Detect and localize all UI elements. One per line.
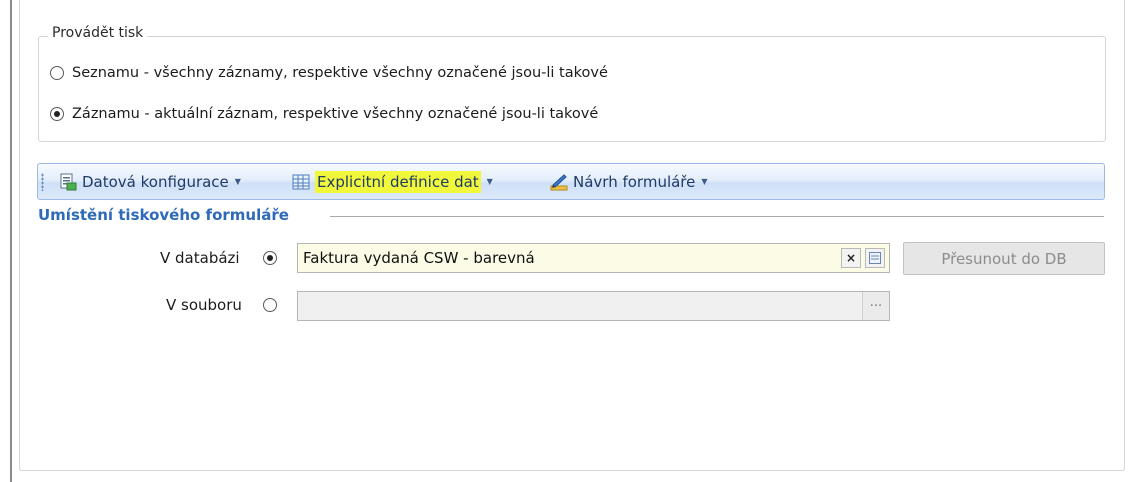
data-config-label: Datová konfigurace bbox=[82, 172, 229, 191]
explicit-data-definition-label: Explicitní definice dat bbox=[315, 170, 481, 193]
radio-record-mode-circle[interactable] bbox=[50, 107, 64, 121]
file-label: V souboru bbox=[166, 296, 242, 314]
form-design-label: Návrh formuláře bbox=[573, 172, 696, 191]
explicit-data-definition-button[interactable]: Explicitní definice dat ▼ bbox=[291, 164, 493, 199]
form-design-button[interactable]: Návrh formuláře ▼ bbox=[549, 164, 708, 199]
radio-list-mode-circle[interactable] bbox=[50, 66, 64, 80]
form-location-title: Umístění tiskového formuláře bbox=[38, 206, 297, 224]
print-mode-groupbox bbox=[38, 36, 1106, 142]
toolbar-grip-icon[interactable] bbox=[41, 173, 44, 191]
radio-record-mode-label[interactable]: Záznamu - aktuální záznam, respektive vš… bbox=[72, 106, 598, 122]
move-to-db-button[interactable]: Přesunout do DB bbox=[903, 242, 1105, 275]
browse-ellipsis-icon[interactable]: ··· bbox=[862, 292, 889, 320]
window-left-border bbox=[10, 0, 12, 482]
print-toolbar: Datová konfigurace ▼ Explicitní definice… bbox=[37, 163, 1105, 200]
database-form-field[interactable]: Faktura vydaná CSW - barevná × bbox=[297, 243, 890, 273]
form-design-icon bbox=[550, 173, 568, 190]
radio-record-mode[interactable]: Záznamu - aktuální záznam, respektive vš… bbox=[50, 106, 598, 122]
lookup-icon[interactable] bbox=[865, 248, 885, 268]
data-config-button[interactable]: Datová konfigurace ▼ bbox=[58, 164, 241, 199]
clear-icon[interactable]: × bbox=[841, 248, 861, 268]
form-design-dropdown-icon[interactable]: ▼ bbox=[701, 177, 707, 186]
data-config-icon bbox=[60, 173, 77, 190]
radio-list-mode-label[interactable]: Seznamu - všechny záznamy, respektive vš… bbox=[72, 65, 608, 81]
form-location-divider bbox=[330, 216, 1104, 217]
file-path-field[interactable]: ··· bbox=[297, 291, 890, 321]
lookup-list-icon bbox=[869, 252, 881, 264]
database-form-value[interactable]: Faktura vydaná CSW - barevná bbox=[303, 249, 841, 267]
database-label: V databázi bbox=[160, 249, 240, 267]
database-radio[interactable] bbox=[263, 251, 277, 265]
explicit-data-definition-dropdown-icon[interactable]: ▼ bbox=[487, 177, 493, 186]
file-radio[interactable] bbox=[263, 298, 277, 312]
print-mode-title: Provádět tisk bbox=[48, 25, 148, 41]
data-config-dropdown-icon[interactable]: ▼ bbox=[235, 177, 241, 186]
radio-list-mode[interactable]: Seznamu - všechny záznamy, respektive vš… bbox=[50, 65, 608, 81]
grid-table-icon bbox=[292, 174, 310, 189]
